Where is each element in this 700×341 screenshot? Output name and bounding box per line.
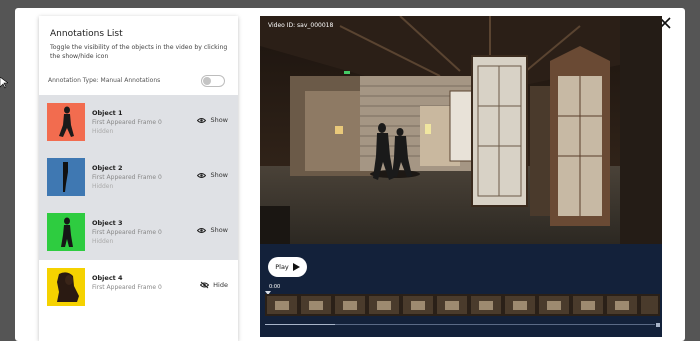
video-id-label: Video ID: sav_000018 [268,22,334,29]
object-2-show-button[interactable]: Show [197,171,228,179]
object-2-action-label: Show [210,171,228,179]
eye-slash-icon [200,281,210,289]
object-1-status: Hidden [92,128,114,135]
object-row-2: Object 2 First Appeared Frame 0 Hidden S… [39,150,238,205]
object-1-name: Object 1 [92,109,123,117]
object-2-thumbnail [47,158,85,196]
object-4-hide-button[interactable]: Hide [200,281,228,289]
object-4-name: Object 4 [92,274,123,282]
progress-fill [265,324,336,325]
annotation-type-toggle[interactable] [201,75,225,87]
annotations-panel: Annotations List Toggle the visibility o… [39,16,238,341]
video-player: Video ID: sav_000018 Play 0:00 [260,16,662,337]
object-3-frame: First Appeared Frame 0 [92,229,162,236]
object-4-action-label: Hide [213,281,228,289]
panel-description: Toggle the visibility of the objects in … [50,44,228,60]
filmstrip-timeline[interactable] [265,294,660,316]
object-1-thumbnail [47,103,85,141]
toggle-knob [203,77,211,85]
object-3-thumbnail [47,213,85,251]
object-2-name: Object 2 [92,164,123,172]
object-3-name: Object 3 [92,219,123,227]
play-button[interactable]: Play [268,257,307,277]
object-3-show-button[interactable]: Show [197,226,228,234]
play-icon [292,263,300,271]
mouse-cursor-icon [0,74,9,89]
play-label: Play [275,263,289,271]
eye-icon [197,117,207,123]
object-4-frame: First Appeared Frame 0 [92,284,162,291]
timecode: 0:00 [269,284,281,290]
annotation-type-label: Annotation Type: Manual Annotations [48,77,161,84]
object-1-frame: First Appeared Frame 0 [92,119,162,126]
object-1-show-button[interactable]: Show [197,116,228,124]
eye-icon [197,172,207,178]
progress-end-handle[interactable] [656,323,660,327]
panel-title: Annotations List [50,29,123,39]
object-1-action-label: Show [210,116,228,124]
object-4-thumbnail [47,268,85,306]
object-2-frame: First Appeared Frame 0 [92,174,162,181]
eye-icon [197,227,207,233]
object-row-3: Object 3 First Appeared Frame 0 Hidden S… [39,205,238,260]
object-3-action-label: Show [210,226,228,234]
object-3-status: Hidden [92,238,114,245]
object-row-4: Object 4 First Appeared Frame 0 Hide [39,260,238,315]
video-frame[interactable] [260,16,662,244]
object-row-1: Object 1 First Appeared Frame 0 Hidden S… [39,95,238,150]
object-2-status: Hidden [92,183,114,190]
